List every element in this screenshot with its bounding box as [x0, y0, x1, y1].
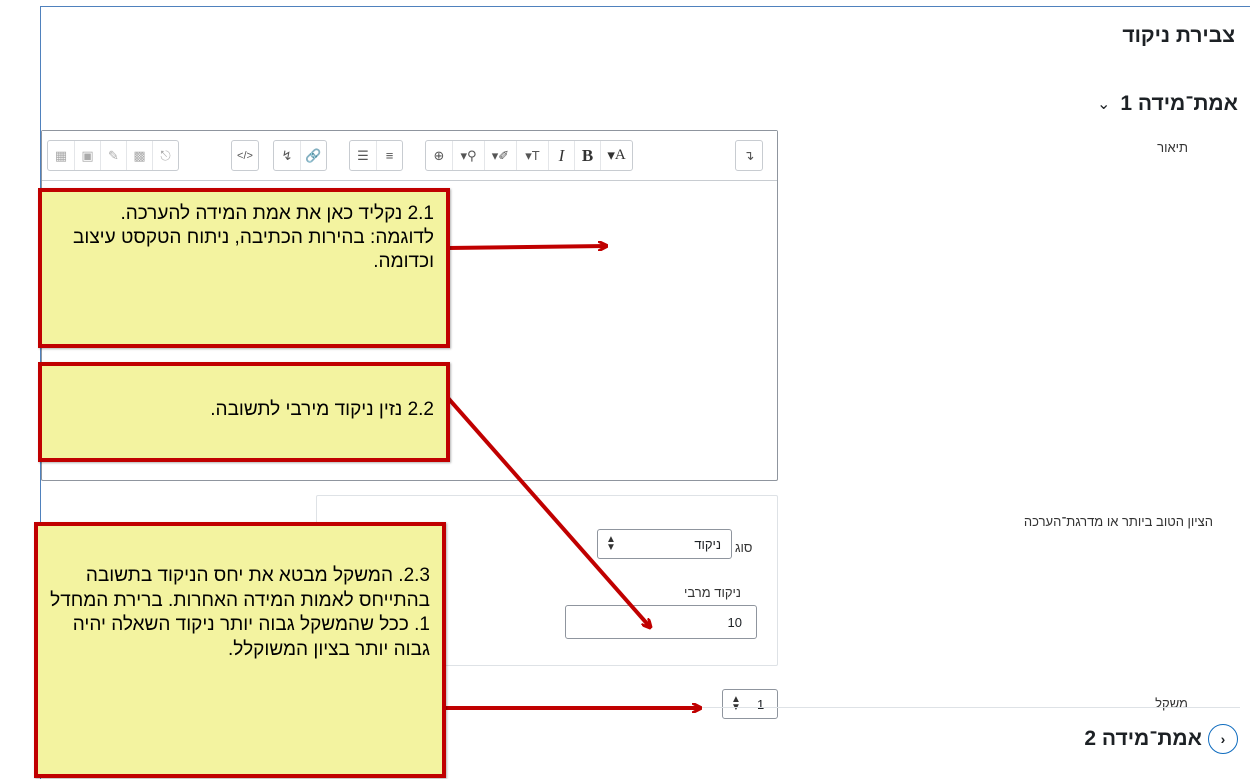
best-grade-label: הציון הטוב ביותר או מדרגת־הערכה — [1023, 514, 1213, 529]
microphone-icon[interactable]: ⎋ — [152, 141, 178, 170]
pencil-icon[interactable]: ✎ — [100, 141, 126, 170]
select-arrows-icon: ▲▼ — [731, 694, 741, 713]
criterion-1-toggle[interactable]: אמת־מידה 1 ⌄ — [1097, 92, 1238, 116]
link-icon[interactable]: 🔗 — [300, 141, 326, 170]
editor-toolbar: ▦ ▣ ✎ ▩ ⎋ </> ↯ 🔗 ☰ ≡ ⊕ ▾⚲ ▾✐ ▾T I B ▾ A … — [42, 131, 777, 181]
html-code-icon[interactable]: </> — [232, 141, 258, 170]
font-color-label: A — [614, 147, 626, 163]
callout-weight: 2.3. המשקל מבטא את יחס הניקוד בתשובה בהת… — [34, 522, 446, 778]
select-arrows-icon: ▲▼ — [606, 534, 616, 553]
toolbar-group-links: ↯ 🔗 — [273, 140, 327, 171]
type-select-value: ניקוד — [694, 536, 721, 552]
toolbar-group-tools: ⊕ ▾⚲ ▾✐ ▾T I B ▾ A — [425, 140, 633, 171]
callout-description: 2.1 נקליד כאן את אמת המידה להערכה. לדוגמ… — [38, 188, 450, 348]
zoom-icon[interactable]: ⊕ — [426, 141, 452, 170]
frame-top-line — [40, 6, 1250, 7]
image-icon[interactable]: ▣ — [74, 141, 100, 170]
description-label: תיאור — [1157, 140, 1188, 155]
type-select[interactable]: ניקוד ▲ ▼ — [597, 529, 732, 559]
toolbar-group-code: </> — [231, 140, 259, 171]
criterion-1-title: אמת־מידה 1 — [1120, 92, 1238, 115]
symbol-dropdown-icon[interactable]: ▾⚲ — [452, 141, 484, 170]
brush-dropdown-icon[interactable]: ▾✐ — [484, 141, 516, 170]
callout-max-points: 2.2 נזין ניקוד מירבי לתשובה. — [38, 362, 450, 462]
video-icon[interactable]: ▩ — [126, 141, 152, 170]
unlink-icon[interactable]: ↯ — [274, 141, 300, 170]
toolbar-group-lists: ☰ ≡ — [349, 140, 403, 171]
numbered-list-icon[interactable]: ☰ — [350, 141, 376, 170]
toolbar-group-media: ▦ ▣ ✎ ▩ ⎋ — [47, 140, 179, 171]
weight-select[interactable]: ▲▼ 1 — [722, 689, 778, 719]
section-divider — [440, 707, 1240, 708]
max-points-label: ניקוד מרבי — [684, 585, 741, 600]
weight-select-value: 1 — [757, 697, 765, 712]
weight-label: משקל — [1155, 696, 1188, 711]
italic-button[interactable]: I — [548, 141, 574, 170]
text-style-dropdown-icon[interactable]: ▾T — [516, 141, 548, 170]
chevron-down-icon: ⌄ — [1097, 96, 1111, 113]
criterion-2-title: אמת־מידה 2 — [1084, 727, 1202, 750]
criterion-2-toggle[interactable]: ‹ אמת־מידה 2 — [1084, 724, 1238, 754]
bullet-list-icon[interactable]: ≡ — [376, 141, 402, 170]
font-color-button[interactable]: ▾ A — [600, 141, 632, 170]
max-points-input[interactable]: 10 — [565, 605, 757, 639]
chevron-left-icon: ‹ — [1208, 724, 1238, 754]
manage-files-icon[interactable]: ▦ — [48, 141, 74, 170]
type-label: סוג — [735, 540, 753, 555]
toolbar-expand-icon[interactable]: ↴ — [736, 141, 762, 170]
bold-button[interactable]: B — [574, 141, 600, 170]
toolbar-group-expand: ↴ — [735, 140, 763, 171]
page-heading: צבירת ניקוד — [1122, 24, 1235, 47]
